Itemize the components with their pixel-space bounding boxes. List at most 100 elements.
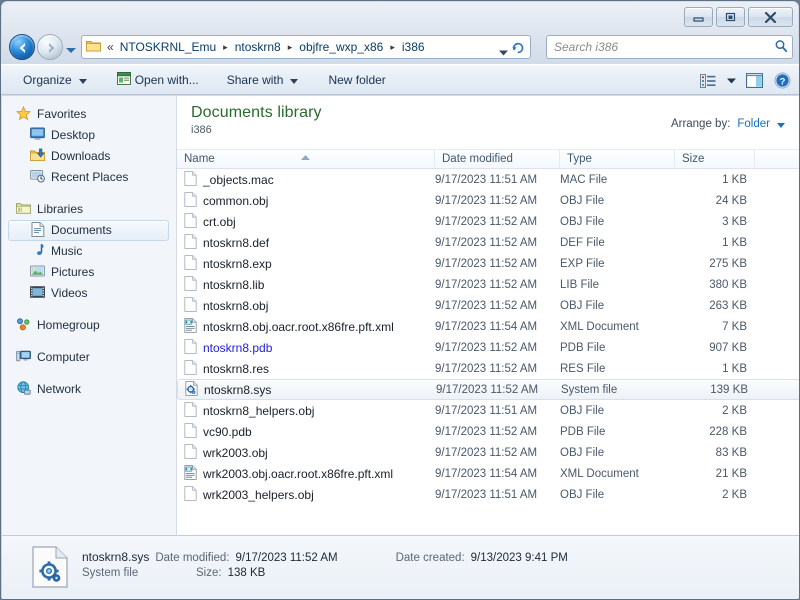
- column-header-name[interactable]: Name: [177, 150, 435, 168]
- table-row[interactable]: ntoskrn8.obj 9/17/2023 11:52 AM OBJ File 26…: [177, 295, 799, 316]
- refresh-icon[interactable]: [509, 38, 528, 57]
- sidebar-item-pictures[interactable]: Pictures: [2, 262, 177, 283]
- views-chevron-down-icon[interactable]: [723, 69, 739, 92]
- search-icon[interactable]: [774, 39, 788, 56]
- file-name-cell: crt.obj: [177, 212, 435, 231]
- file-type-cell: PDB File: [560, 341, 606, 354]
- generic-file-icon: [184, 338, 197, 357]
- file-date-cell: 9/17/2023 11:52 AM: [435, 341, 538, 354]
- table-row[interactable]: wrk2003.obj.oacr.root.x86fre.pft.xml 9/17…: [177, 463, 799, 484]
- folder-icon: [86, 39, 101, 55]
- table-row[interactable]: _objects.mac 9/17/2023 11:51 AM MAC File 1 …: [177, 169, 799, 190]
- file-name-cell: wrk2003_helpers.obj: [177, 485, 435, 504]
- search-box[interactable]: Search i386: [546, 35, 793, 59]
- open-with-button[interactable]: Open with...: [107, 68, 209, 91]
- music-icon: [30, 243, 45, 260]
- column-header-date-modified[interactable]: Date modified: [435, 150, 560, 168]
- sidebar-item-desktop[interactable]: Desktop: [2, 125, 177, 146]
- sidebar-group-libraries[interactable]: Libraries: [2, 199, 177, 220]
- breadcrumb-overflow[interactable]: «: [105, 38, 117, 56]
- command-toolbar: Organize Open with... Share with New fol…: [1, 64, 799, 95]
- table-row[interactable]: ntoskrn8.res 9/17/2023 11:52 AM RES File 1 …: [177, 358, 799, 379]
- table-row[interactable]: ntoskrn8.pdb 9/17/2023 11:52 AM PDB File 90…: [177, 337, 799, 358]
- sidebar-item-desktop-label: Desktop: [51, 128, 96, 142]
- file-date-cell: 9/17/2023 11:52 AM: [435, 215, 538, 228]
- table-row[interactable]: ntoskrn8.lib 9/17/2023 11:52 AM LIB File 38…: [177, 274, 799, 295]
- table-row[interactable]: crt.obj 9/17/2023 11:52 AM OBJ File 3 KB: [177, 211, 799, 232]
- arrange-by-value[interactable]: Folder: [737, 118, 770, 130]
- column-header-type[interactable]: Type: [560, 150, 675, 168]
- sidebar-item-videos[interactable]: Videos: [2, 283, 177, 304]
- preview-pane-icon[interactable]: [741, 69, 767, 92]
- address-dropdown-chevron-down-icon[interactable]: [499, 45, 508, 59]
- sidebar-item-music[interactable]: Music: [2, 241, 177, 262]
- sidebar-group-favorites[interactable]: Favorites: [2, 104, 177, 125]
- arrange-by-control[interactable]: Arrange by: Folder: [671, 117, 785, 131]
- close-button[interactable]: [748, 7, 793, 27]
- search-input[interactable]: Search i386: [554, 40, 774, 54]
- sidebar-group-homegroup[interactable]: Homegroup: [2, 315, 177, 336]
- table-row[interactable]: wrk2003.obj 9/17/2023 11:52 AM OBJ File 83 …: [177, 442, 799, 463]
- sidebar-group-network[interactable]: Network: [2, 379, 177, 400]
- sidebar-item-downloads[interactable]: Downloads: [2, 146, 177, 167]
- table-row[interactable]: ntoskrn8.exp 9/17/2023 11:52 AM EXP File 27…: [177, 253, 799, 274]
- file-type-cell: MAC File: [560, 173, 608, 186]
- table-row[interactable]: wrk2003_helpers.obj 9/17/2023 11:51 AM OBJ…: [177, 484, 799, 505]
- sidebar-group-computer[interactable]: Computer: [2, 347, 177, 368]
- address-breadcrumb-bar[interactable]: « NTOSKRNL_Emu ▸ ntoskrn8 ▸ objfre_wxp_x…: [81, 35, 531, 59]
- generic-file-icon: [184, 212, 197, 231]
- table-row[interactable]: ntoskrn8.def 9/17/2023 11:52 AM DEF File 1 …: [177, 232, 799, 253]
- file-name-label: wrk2003.obj.oacr.root.x86fre.pft.xml: [203, 466, 394, 481]
- column-header-size[interactable]: Size: [675, 150, 755, 168]
- breadcrumb-separator[interactable]: ▸: [386, 40, 399, 55]
- share-with-button[interactable]: Share with: [217, 68, 309, 91]
- pictures-icon: [30, 264, 45, 281]
- generic-file-icon: [184, 275, 197, 294]
- organize-button[interactable]: Organize: [13, 68, 97, 91]
- table-row[interactable]: ntoskrn8.sys 9/17/2023 11:52 AM System fil…: [177, 379, 799, 400]
- file-name-label: wrk2003.obj: [203, 445, 268, 460]
- breadcrumb-item-1[interactable]: ntoskrn8: [232, 38, 284, 56]
- recent-locations-chevron-down-icon[interactable]: [66, 43, 76, 57]
- maximize-restore-button[interactable]: [716, 7, 745, 27]
- details-date-modified-value: 9/17/2023 11:52 AM: [235, 552, 338, 564]
- table-row[interactable]: ntoskrn8.obj.oacr.root.x86fre.pft.xml 9/1…: [177, 316, 799, 337]
- table-row[interactable]: vc90.pdb 9/17/2023 11:52 AM PDB File 228 KB: [177, 421, 799, 442]
- minimize-button[interactable]: [684, 7, 713, 27]
- file-type-cell: PDB File: [560, 425, 606, 438]
- file-type-cell: RES File: [560, 362, 606, 375]
- help-question-icon[interactable]: ?: [769, 69, 795, 92]
- table-row[interactable]: common.obj 9/17/2023 11:52 AM OBJ File 24 K…: [177, 190, 799, 211]
- forward-arrow-icon[interactable]: [37, 34, 63, 60]
- generic-file-icon: [184, 296, 197, 315]
- file-name-label: ntoskrn8.obj.oacr.root.x86fre.pft.xml: [203, 319, 394, 334]
- file-name-cell: _objects.mac: [177, 170, 435, 189]
- navigation-pane[interactable]: Favorites Desktop Downloads Recent Place…: [2, 96, 177, 535]
- generic-file-icon: [184, 422, 197, 441]
- table-row[interactable]: ntoskrn8_helpers.obj 9/17/2023 11:51 AM OB…: [177, 400, 799, 421]
- file-name-label: crt.obj: [203, 214, 236, 229]
- chevron-down-icon[interactable]: [777, 117, 785, 131]
- program-window-icon: [116, 71, 131, 88]
- sidebar-item-recent-places[interactable]: Recent Places: [2, 167, 177, 188]
- details-size-label: Size:: [196, 567, 222, 579]
- breadcrumb-item-3[interactable]: i386: [399, 38, 428, 56]
- system-file-icon: [185, 380, 198, 399]
- file-type-cell: System file: [561, 383, 618, 396]
- breadcrumb-separator[interactable]: ▸: [284, 40, 297, 55]
- system-file-large-icon: [32, 545, 68, 591]
- file-name-cell: vc90.pdb: [177, 422, 435, 441]
- new-folder-button[interactable]: New folder: [318, 68, 395, 91]
- details-file-type: System file: [82, 567, 139, 579]
- back-arrow-icon[interactable]: [9, 34, 35, 60]
- file-name-cell: ntoskrn8.def: [177, 233, 435, 252]
- file-rows: _objects.mac 9/17/2023 11:51 AM MAC File 1 …: [177, 169, 799, 505]
- sidebar-item-documents[interactable]: Documents: [8, 220, 169, 241]
- breadcrumb-item-2[interactable]: objfre_wxp_x86: [296, 38, 386, 56]
- breadcrumb-separator[interactable]: ▸: [219, 40, 232, 55]
- file-size-cell: 3 KB: [722, 215, 747, 228]
- breadcrumb-item-0[interactable]: NTOSKRNL_Emu: [117, 38, 219, 56]
- sidebar-item-documents-label: Documents: [51, 223, 112, 237]
- view-list-icon[interactable]: [695, 69, 721, 92]
